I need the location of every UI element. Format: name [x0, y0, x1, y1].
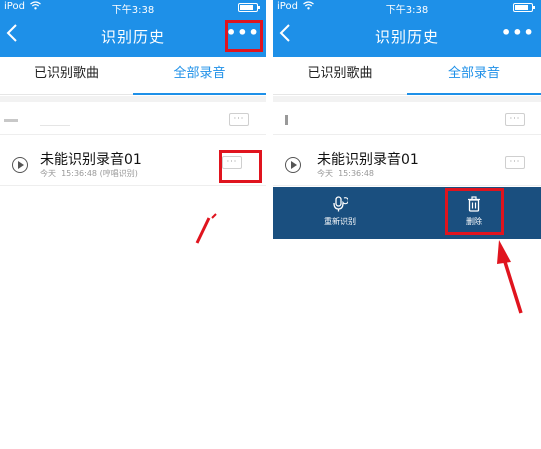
phone-screen-left: iPod 下午3:38 识别历史 ••• 已识别歌曲 全部录音 ··· 未能识别…	[0, 0, 266, 449]
arrow-annotation	[195, 213, 217, 244]
arrow-annotation	[497, 240, 523, 314]
phone-screen-right: iPod 下午3:38 识别历史 ••• 已识别歌曲 全部录音 ··· 未能识别…	[273, 0, 541, 449]
